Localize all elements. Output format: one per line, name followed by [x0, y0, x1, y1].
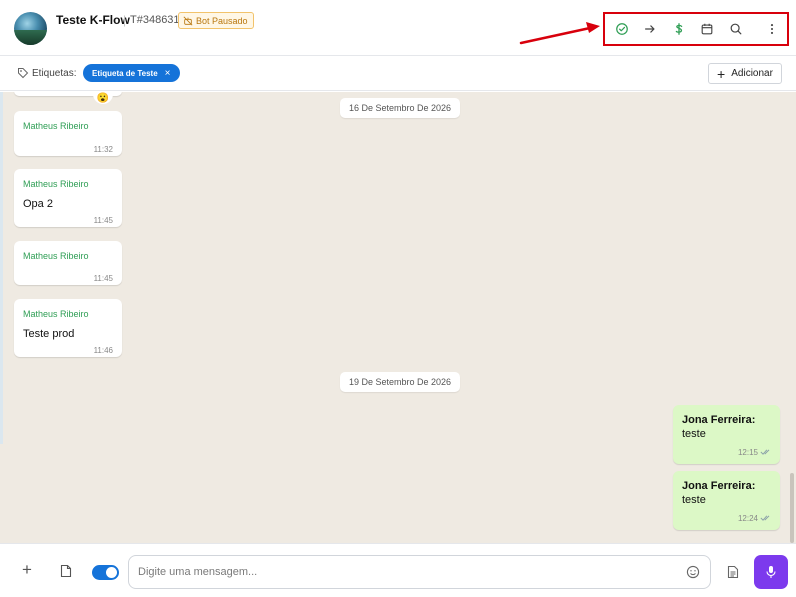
bot-off-icon — [183, 16, 193, 25]
chat-header: Teste K-Flow | T#348631 Bot Pausado — [0, 0, 796, 56]
avatar[interactable] — [14, 12, 47, 45]
tag-remove-icon[interactable]: × — [165, 68, 171, 79]
message-bubble[interactable]: Matheus Ribeiro Opa 2 11:45 — [14, 169, 122, 227]
message-text: teste — [682, 428, 706, 440]
chat-area[interactable]: 😮 16 De Setembro De 2026 Matheus Ribeiro… — [0, 92, 796, 543]
signature-toggle[interactable] — [92, 565, 119, 580]
microphone-icon — [766, 566, 776, 578]
message-sender: Matheus Ribeiro — [23, 309, 89, 319]
reaction-emoji[interactable]: 😮 — [93, 92, 113, 104]
message-sender: Matheus Ribeiro — [23, 251, 89, 261]
message-text: Opa 2 — [23, 198, 53, 210]
message-time: 11:46 — [93, 346, 113, 355]
bot-status-badge: Bot Pausado — [178, 12, 254, 29]
title-separator: | — [123, 13, 127, 27]
dollar-icon[interactable] — [671, 21, 687, 37]
search-icon[interactable] — [728, 21, 744, 37]
ticket-id: T#348631 — [130, 14, 180, 26]
message-bubble[interactable]: Matheus Ribeiro 11:45 — [14, 241, 122, 285]
message-time: 11:45 — [93, 274, 113, 283]
header-actions-highlight — [603, 12, 789, 46]
double-check-icon — [760, 449, 770, 455]
calendar-icon[interactable] — [699, 21, 715, 37]
resolve-check-icon[interactable] — [614, 21, 630, 37]
bot-status-label: Bot Pausado — [196, 15, 248, 26]
tags-bar: Etiquetas: Etiqueta de Teste × + Adicion… — [0, 56, 796, 91]
message-bubble[interactable]: Matheus Ribeiro 11:32 — [14, 111, 122, 156]
date-divider: 19 De Setembro De 2026 — [340, 372, 461, 392]
message-time: 11:32 — [93, 145, 113, 154]
left-edge-strip — [0, 92, 3, 444]
document-icon[interactable] — [727, 565, 739, 579]
message-sender: Jona Ferreira: — [682, 480, 756, 492]
double-check-icon — [760, 515, 770, 521]
tag-chip[interactable]: Etiqueta de Teste × — [83, 64, 180, 82]
microphone-button[interactable] — [754, 555, 788, 589]
contact-name: Teste K-Flow — [56, 13, 130, 27]
message-bubble[interactable]: Matheus Ribeiro Teste prod 11:46 — [14, 299, 122, 357]
message-input[interactable] — [128, 555, 711, 589]
toggle-knob — [106, 567, 117, 578]
message-bubble-outgoing[interactable]: Jona Ferreira: teste 12:24 — [673, 471, 780, 530]
plus-icon: + — [717, 65, 726, 82]
message-composer: + — [0, 543, 796, 597]
chat-scrollbar[interactable] — [790, 473, 794, 543]
attach-plus-icon[interactable]: + — [20, 561, 34, 578]
message-time: 11:45 — [93, 216, 113, 225]
tag-icon — [18, 68, 29, 79]
add-tag-button[interactable]: + Adicionar — [708, 63, 782, 84]
message-time: 12:15 — [737, 448, 758, 457]
emoji-icon[interactable] — [686, 565, 700, 579]
message-text: Teste prod — [23, 328, 75, 340]
message-bubble-outgoing[interactable]: Jona Ferreira: teste 12:15 — [673, 405, 780, 464]
message-sender: Jona Ferreira: — [682, 414, 756, 426]
message-sender: Matheus Ribeiro — [23, 179, 89, 189]
transfer-arrow-icon[interactable] — [642, 21, 658, 37]
date-divider: 16 De Setembro De 2026 — [340, 98, 461, 118]
file-icon[interactable] — [60, 564, 72, 578]
tags-label: Etiquetas: — [32, 68, 77, 79]
tag-chip-label: Etiqueta de Teste — [92, 68, 158, 78]
message-time: 12:24 — [737, 514, 758, 523]
message-text: teste — [682, 494, 706, 506]
more-vertical-icon[interactable] — [764, 21, 780, 37]
message-sender: Matheus Ribeiro — [23, 121, 89, 131]
add-tag-label: Adicionar — [731, 68, 773, 79]
